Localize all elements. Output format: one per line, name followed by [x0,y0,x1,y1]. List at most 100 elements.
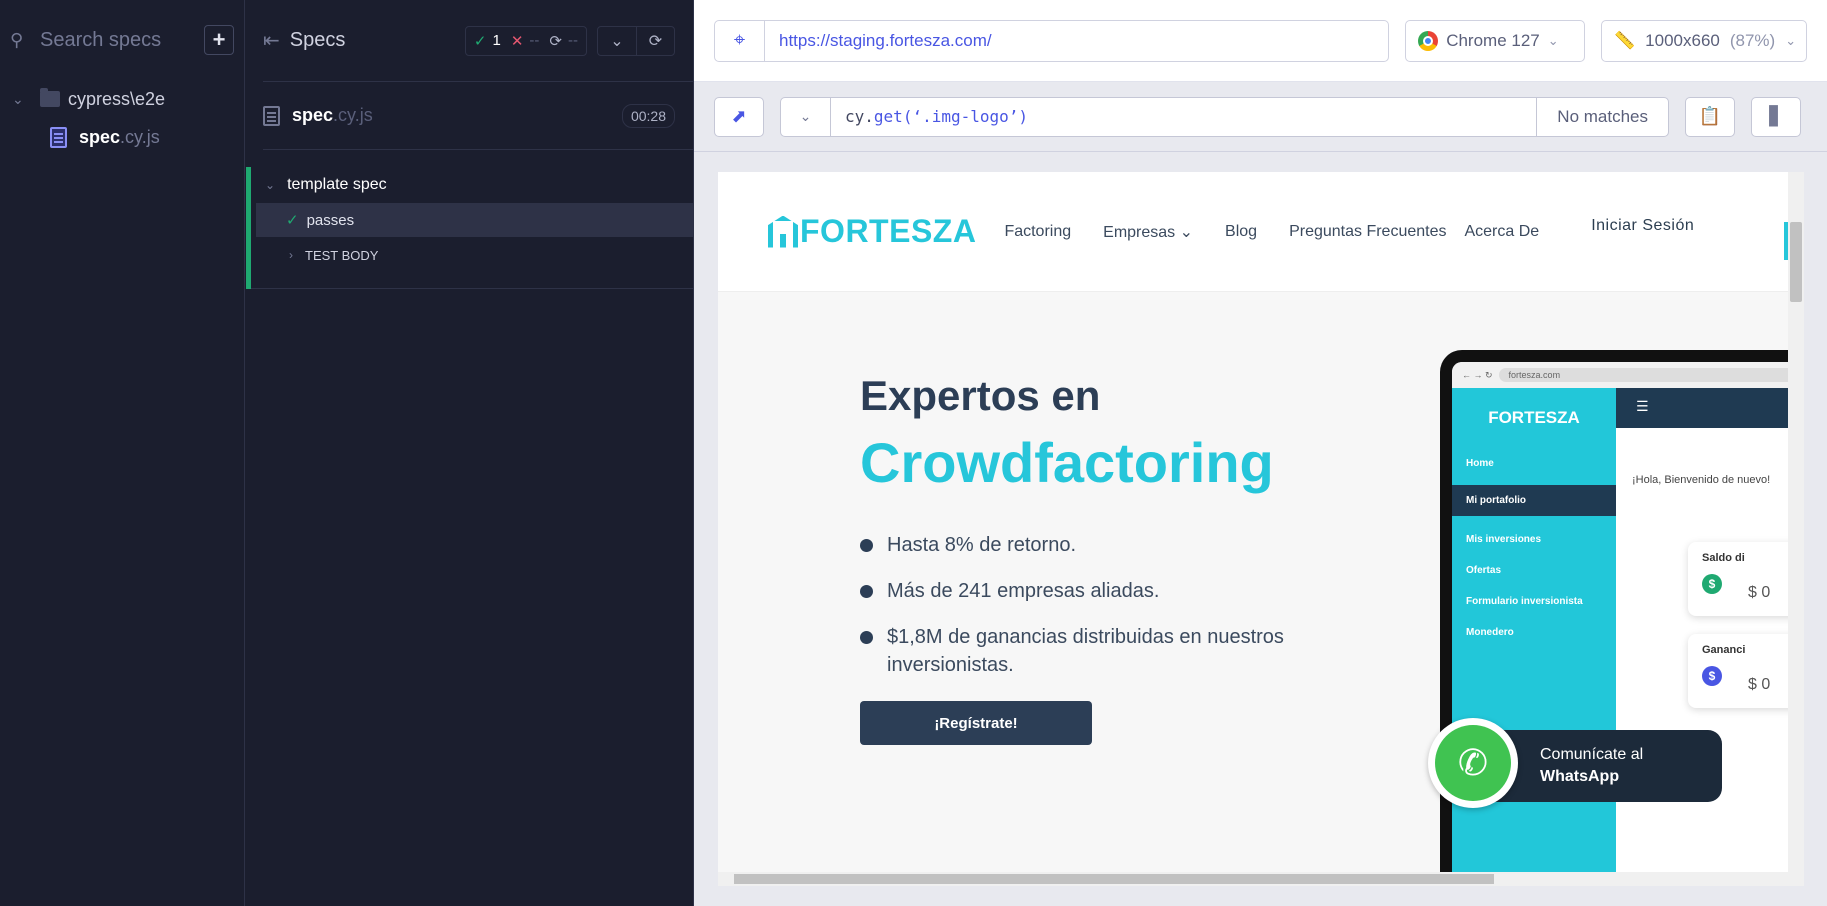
selector-playground: ⬈ ⌄ cy.get(‘.img-logo’) No matches 📋 ▋ [694,82,1827,152]
cypress-runner: ⚲ Search specs + ⌄ cypress\e2e spec.cy.j… [0,0,1827,906]
tablet-menu-item: Monedero [1466,627,1514,638]
folder-row[interactable]: ⌄ cypress\e2e [0,80,244,118]
suite-block: ⌄ template spec ✓ passes › TEST BODY [246,167,693,289]
tablet-logo: FORTESZA [1488,408,1580,427]
suite-divider [251,273,693,289]
ruler-icon: 📏 [1614,30,1636,50]
selector-input[interactable]: ⌄ cy.get(‘.img-logo’) No matches [780,96,1669,137]
zoom-level: (87%) [1729,30,1776,50]
tablet-card: Saldo di $ $ 0 [1688,542,1804,616]
aut-iframe: FORTESZA Factoring Empresas ⌄ Blog Pregu… [718,172,1804,886]
spec-file-name: spec.cy.js [79,126,160,147]
tablet-menu-item: Formulario inversionista [1466,596,1583,607]
rerun-icon[interactable]: ⟳ [636,26,674,55]
hero-section: Expertos en Crowdfactoring Hasta 8% de r… [860,372,1360,745]
copy-icon[interactable]: 📋 [1685,96,1735,137]
tablet-card: Gananci $ $ 0 [1688,634,1804,708]
url-bar: ⌖ https://staging.fortesza.com/ [714,19,1390,62]
tablet-topbar: ☰ [1616,388,1804,428]
login-link[interactable]: Iniciar Sesión [1591,217,1694,235]
nav-about[interactable]: Acerca De [1464,223,1539,241]
element-picker-button[interactable]: ⬈ [714,96,764,137]
suite-title: template spec [287,176,387,193]
aut-url[interactable]: https://staging.fortesza.com/ [765,31,992,51]
reporter-title: Specs [289,29,346,51]
nav-faq[interactable]: Preguntas Frecuentes [1289,223,1446,241]
aut-header: ⌖ https://staging.fortesza.com/ Chrome 1… [694,0,1827,82]
vertical-scrollbar[interactable] [1788,172,1804,886]
test-body-label: TEST BODY [305,247,379,263]
list-item: Más de 241 empresas aliadas. [860,577,1360,605]
reporter-panel: ⇤ Specs ✓ 1 ✕ -- ⟳ -- ⌄ ⟳ spec.cy.js 00:28 … [246,0,694,906]
chevron-down-icon[interactable]: ⌄ [781,97,831,136]
chrome-icon [1418,30,1439,51]
scrollbar-thumb[interactable] [734,874,1494,884]
nav-empresas[interactable]: Empresas ⌄ [1103,222,1193,242]
tablet-screen: ← → ↻ fortesza.com FORTESZA Home Mi port… [1452,362,1804,886]
search-icon: ⚲ [10,30,24,50]
aut-panel: ⌖ https://staging.fortesza.com/ Chrome 1… [694,0,1827,906]
register-button[interactable]: ¡Regístrate! [860,701,1092,745]
tablet-sidebar: FORTESZA Home Mi portafolio Mis inversio… [1452,388,1616,886]
pending-icon: ⟳ [549,32,562,50]
site-logo[interactable]: FORTESZA [768,213,976,250]
whatsapp-icon: ✆ [1428,718,1518,808]
spec-file-row[interactable]: spec.cy.js [0,118,244,156]
failed-stat: ✕ -- [510,32,540,50]
browser-selector[interactable]: Chrome 127 ⌄ [1405,19,1585,62]
scrollbar-thumb[interactable] [1790,222,1802,302]
chevron-down-icon: ⌄ [265,178,276,192]
test-title: passes [306,211,355,229]
spec-duration: 00:28 [621,103,675,128]
horizontal-scrollbar[interactable] [718,872,1804,886]
spec-search-row: ⚲ Search specs + [0,0,244,80]
chevron-down-icon: ⌄ [1785,32,1797,48]
nav-factoring[interactable]: Factoring [1004,223,1071,241]
chevron-down-icon[interactable]: ⌄ [598,27,636,55]
browser-name: Chrome 127 [1446,30,1540,50]
selector-playground-icon[interactable]: ⌖ [715,20,765,61]
tablet-menu-item: Mis inversiones [1466,534,1542,545]
x-icon: ✕ [510,32,524,50]
reporter-controls: ⌄ ⟳ [597,25,675,56]
check-icon: ✓ [473,32,487,50]
hamburger-icon: ☰ [1636,398,1649,414]
spec-search-input[interactable]: Search specs [40,29,204,52]
check-icon: ✓ [286,212,299,229]
document-icon [50,126,67,148]
collapse-specs-icon[interactable]: ⇤ [263,28,280,53]
new-spec-button[interactable]: + [204,25,234,55]
print-to-console-icon[interactable]: ▋ [1751,96,1801,137]
whatsapp-widget[interactable]: Comunícate al WhatsApp ✆ [1428,718,1728,808]
list-item: Hasta 8% de retorno. [860,531,1360,559]
folder-name: cypress\e2e [68,88,166,109]
viewport-info[interactable]: 📏 1000x660 (87%) ⌄ [1601,19,1807,62]
running-spec-name: spec.cy.js [292,105,373,125]
tablet-menu-item: Mi portafolio [1452,485,1616,516]
list-item: $1,8M de ganancias distribuidas en nuest… [860,623,1360,679]
site-navbar: FORTESZA Factoring Empresas ⌄ Blog Pregu… [718,172,1804,292]
dollar-icon: $ [1702,574,1722,594]
test-row[interactable]: ✓ passes [256,203,693,237]
specs-list-panel: ⚲ Search specs + ⌄ cypress\e2e spec.cy.j… [0,0,245,906]
tablet-menu-item: Home [1466,458,1494,469]
suite-row[interactable]: ⌄ template spec [251,167,693,203]
selector-matches: No matches [1536,97,1668,136]
test-stats: ✓ 1 ✕ -- ⟳ -- [464,25,587,56]
dollar-icon: $ [1702,666,1722,686]
test-body-row[interactable]: › TEST BODY [251,237,693,273]
bullet-dot [860,539,873,552]
house-logo-icon [768,215,798,248]
selector-code[interactable]: cy.get(‘.img-logo’) [831,107,1536,126]
passed-stat: ✓ 1 [473,32,501,50]
tablet-address-bar: ← → ↻ fortesza.com [1452,362,1804,388]
folder-icon [40,88,60,107]
hero-highlight: Crowdfactoring [860,431,1274,494]
viewport-size: 1000x660 [1645,30,1720,50]
running-spec-row: spec.cy.js 00:28 [263,82,693,150]
chevron-down-icon: ⌄ [1547,32,1559,48]
bullet-dot [860,585,873,598]
nav-blog[interactable]: Blog [1225,223,1257,241]
hero-bullets: Hasta 8% de retorno. Más de 241 empresas… [860,531,1360,679]
hero-title: Expertos en [860,372,1101,419]
